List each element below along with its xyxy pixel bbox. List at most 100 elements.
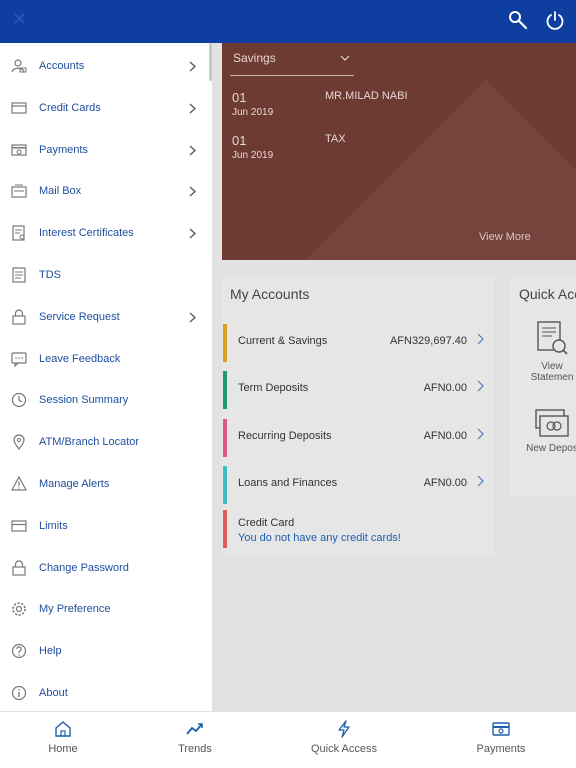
nav-payments[interactable]: Payments xyxy=(458,712,544,768)
view-more-link[interactable]: View More xyxy=(479,231,531,243)
account-amount: AFN0.00 xyxy=(423,430,467,442)
chevron-right-icon xyxy=(189,61,196,72)
location-pin-icon xyxy=(13,434,25,451)
lock-icon xyxy=(12,309,26,325)
navigation-drawer: Accounts Credit Cards Payments Mail Box Inte… xyxy=(0,43,212,711)
power-icon[interactable] xyxy=(545,10,565,32)
nav-label: Home xyxy=(48,743,78,755)
sidebar-item-label: Service Request xyxy=(39,310,120,323)
quick-access-title: Quick Acc xyxy=(519,286,576,302)
nav-label: Payments xyxy=(476,743,526,755)
sidebar-item-service-request[interactable]: Service Request xyxy=(0,297,209,337)
account-color-bar xyxy=(223,419,227,457)
quick-access-card: Quick Acc View Statemen New Depos xyxy=(510,276,576,496)
quick-access-label: New Depos xyxy=(526,443,576,454)
bottom-navigation: Home Trends Quick Access Payments xyxy=(0,711,576,768)
drawer-scrollbar[interactable] xyxy=(209,43,212,81)
dashboard-content: Savings 01 Jun 2019 MR.MILAD NABI 01 Jun… xyxy=(212,43,576,711)
sidebar-item-label: Session Summary xyxy=(39,394,129,407)
account-row-loans-finances[interactable]: Loans and Finances AFN0.00 xyxy=(222,466,494,504)
quick-access-view-statement[interactable]: View Statemen xyxy=(522,320,576,383)
sidebar-item-change-password[interactable]: Change Password xyxy=(0,548,209,588)
info-icon xyxy=(11,685,27,701)
sidebar-item-manage-alerts[interactable]: Manage Alerts xyxy=(0,464,209,504)
mailbox-icon xyxy=(11,184,27,198)
sidebar-item-leave-feedback[interactable]: Leave Feedback xyxy=(0,339,209,379)
sidebar-item-payments[interactable]: Payments xyxy=(0,130,209,170)
recent-transactions-panel: Savings 01 Jun 2019 MR.MILAD NABI 01 Jun… xyxy=(222,43,576,260)
chevron-right-icon xyxy=(477,475,484,487)
sidebar-item-label: TDS xyxy=(39,269,61,281)
transaction-month-year: Jun 2019 xyxy=(232,107,274,118)
feedback-icon xyxy=(11,351,27,367)
lightning-icon xyxy=(338,720,350,738)
transaction-month-year: Jun 2019 xyxy=(232,150,274,161)
sidebar-item-atm-branch-locator[interactable]: ATM/Branch Locator xyxy=(0,422,209,462)
account-row-current-savings[interactable]: Current & Savings AFN329,697.40 xyxy=(222,324,494,362)
sidebar-item-mail-box[interactable]: Mail Box xyxy=(0,171,209,211)
my-accounts-card: My Accounts Current & Savings AFN329,697… xyxy=(222,276,494,556)
view-statement-icon xyxy=(537,321,568,355)
account-row-term-deposits[interactable]: Term Deposits AFN0.00 xyxy=(222,371,494,409)
sidebar-item-about[interactable]: About xyxy=(0,673,209,711)
sidebar-item-limits[interactable]: Limits xyxy=(0,506,209,546)
account-type-select[interactable]: Savings xyxy=(230,51,354,76)
nav-label: Trends xyxy=(178,743,212,755)
chevron-right-icon xyxy=(477,380,484,392)
transaction-row[interactable]: 01 Jun 2019 MR.MILAD NABI xyxy=(232,90,408,118)
credit-card-message: You do not have any credit cards! xyxy=(238,532,401,544)
alert-icon xyxy=(11,476,27,491)
certificate-icon xyxy=(12,225,25,241)
sidebar-item-tds[interactable]: TDS xyxy=(0,255,209,295)
account-color-bar xyxy=(223,371,227,409)
payments-icon xyxy=(492,722,510,736)
search-icon[interactable] xyxy=(508,10,528,30)
account-name: Current & Savings xyxy=(238,335,328,347)
tds-icon xyxy=(12,267,26,283)
credit-card-icon xyxy=(11,102,27,114)
quick-access-label: Statemen xyxy=(530,372,574,383)
chevron-right-icon xyxy=(189,228,196,239)
quick-access-label: View xyxy=(541,361,563,372)
chevron-right-icon xyxy=(189,312,196,323)
gear-icon xyxy=(12,602,26,617)
close-icon[interactable]: ✕ xyxy=(12,10,30,28)
sidebar-item-help[interactable]: Help xyxy=(0,631,209,671)
sidebar-item-label: Interest Certificates xyxy=(39,227,134,240)
sidebar-item-accounts[interactable]: Accounts xyxy=(0,46,209,86)
chevron-down-icon xyxy=(340,55,350,61)
payments-icon xyxy=(11,143,27,156)
lock-icon xyxy=(12,560,26,576)
sidebar-item-session-summary[interactable]: Session Summary xyxy=(0,380,209,420)
new-deposit-icon xyxy=(535,409,569,437)
account-row-recurring-deposits[interactable]: Recurring Deposits AFN0.00 xyxy=(222,419,494,457)
account-name: Credit Card xyxy=(238,517,295,529)
account-row-credit-card[interactable]: Credit Card You do not have any credit c… xyxy=(222,510,494,548)
account-color-bar xyxy=(223,510,227,548)
quick-access-new-deposit[interactable]: New Depos xyxy=(522,406,576,454)
sidebar-item-label: ATM/Branch Locator xyxy=(39,436,140,449)
chevron-right-icon xyxy=(477,333,484,345)
sidebar-item-label: Credit Cards xyxy=(39,101,101,114)
nav-home[interactable]: Home xyxy=(20,712,106,768)
help-icon xyxy=(11,644,27,659)
nav-quick-access[interactable]: Quick Access xyxy=(296,712,392,768)
account-name: Term Deposits xyxy=(238,382,309,394)
home-icon xyxy=(55,721,71,737)
sidebar-item-interest-certificates[interactable]: Interest Certificates xyxy=(0,213,209,253)
account-name: Loans and Finances xyxy=(238,477,338,489)
sidebar-item-label: My Preference xyxy=(39,603,111,616)
sidebar-item-label: Accounts xyxy=(39,60,85,72)
sidebar-item-label: Limits xyxy=(39,519,68,532)
sidebar-item-credit-cards[interactable]: Credit Cards xyxy=(0,88,209,128)
accounts-icon xyxy=(11,59,27,73)
account-name: Recurring Deposits xyxy=(238,430,332,442)
transaction-row[interactable]: 01 Jun 2019 TAX xyxy=(232,133,346,161)
sidebar-item-my-preference[interactable]: My Preference xyxy=(0,589,209,629)
sidebar-item-label: Mail Box xyxy=(39,185,82,198)
chevron-right-icon xyxy=(477,428,484,440)
chevron-right-icon xyxy=(189,145,196,156)
transaction-description: MR.MILAD NABI xyxy=(325,90,408,102)
nav-trends[interactable]: Trends xyxy=(152,712,238,768)
account-amount: AFN0.00 xyxy=(423,477,467,489)
